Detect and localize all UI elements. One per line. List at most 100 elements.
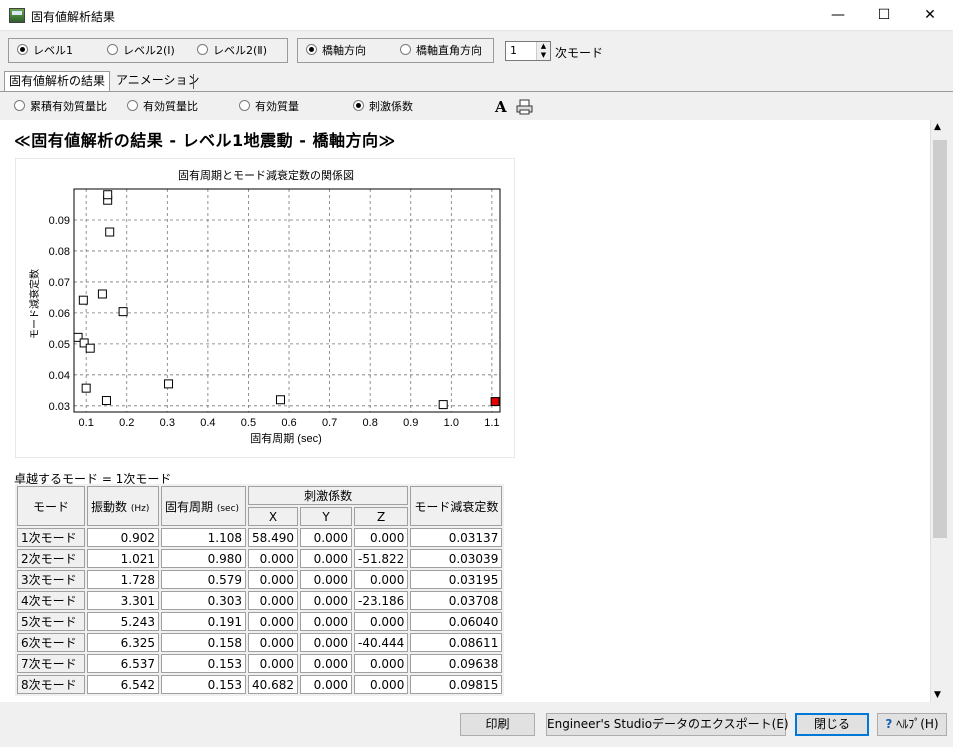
table-cell: 0.000 [300,654,352,673]
radio-level1[interactable]: レベル1 [17,41,73,61]
table-cell: 0.153 [161,675,246,694]
chart-x-axis-label: 固有周期 (sec) [250,431,322,445]
help-icon: ? [885,717,893,731]
table-cell: 0.06040 [410,612,503,631]
table-cell: 0.000 [354,675,409,694]
chart-x-tick-label: 0.4 [200,417,215,429]
header-period-label: 固有周期 [165,499,214,514]
table-cell: 0.153 [161,654,246,673]
chart-point-selected [490,397,500,407]
table-cell: 6.537 [87,654,159,673]
radio-longitudinal[interactable]: 橋軸方向 [306,41,366,61]
help-button-label: ﾍﾙﾌﾟ(H) [896,717,939,731]
table-cell: 0.000 [300,612,352,631]
radio-icon [400,44,411,55]
chart-point [438,400,448,410]
minimize-button[interactable]: — [815,0,861,31]
radio-mass-ratio[interactable]: 有効質量比 [127,97,198,117]
chart-svg: 固有周期とモード減衰定数の関係図 固有周期 (sec) モード減衰定数 0.1 0… [28,168,501,445]
chart-y-tick-label: 0.09 [49,215,70,227]
scroll-up-icon[interactable]: ▲ [934,122,941,132]
tab-divider [193,74,194,89]
export-button[interactable]: Engineer's Studioデータのエクスポート(E) [546,713,789,736]
mode-spinner[interactable]: 1 ▲ ▼ [505,41,551,61]
table-cell: 0.000 [354,570,409,589]
tab-strip-border [0,91,953,92]
row-mode-label: 3次モード [17,570,85,589]
radio-icon [14,100,25,111]
tab-animation[interactable]: アニメーション [112,71,204,91]
table-cell: -51.822 [354,549,409,568]
chart-plot-area: 0.1 0.2 0.3 0.4 0.5 0.6 0.7 0.8 0.9 1.0 1.1 0.03 0.0… [49,188,501,429]
spinner-arrows-icon[interactable]: ▲ ▼ [536,42,550,60]
table-row: 1次モード 0.902 1.108 58.490 0.000 0.000 0.03137 [17,528,503,547]
print-button[interactable]: 印刷 [460,713,535,736]
period-damping-chart: 固有周期とモード減衰定数の関係図 固有周期 (sec) モード減衰定数 0.1 0… [15,158,515,458]
table-cell: 58.490 [248,528,298,547]
table-cell: 0.000 [354,528,409,547]
table-row: 7次モード 6.537 0.153 0.000 0.000 0.000 0.09638 [17,654,503,673]
radio-label: レベル1 [33,44,73,57]
row-mode-label: 2次モード [17,549,85,568]
header-z: Z [354,507,409,526]
table-cell: 0.09638 [410,654,503,673]
table-row: 4次モード 3.301 0.303 0.000 0.000 -23.186 0.03708 [17,591,503,610]
radio-level2-1[interactable]: レベル2(Ⅰ) [107,41,175,61]
chart-x-tick-label: 1.0 [444,417,459,429]
scrollbar-thumb[interactable] [933,140,947,538]
table-cell: 0.000 [300,528,352,547]
chart-x-tick-label: 0.8 [363,417,378,429]
chart-x-tick-label: 0.7 [322,417,337,429]
row-mode-label: 1次モード [17,528,85,547]
print-icon[interactable] [516,99,533,115]
chart-y-tick-label: 0.03 [49,401,70,413]
table-cell: 0.000 [300,570,352,589]
header-participation: 刺激係数 [248,486,409,505]
radio-level2-2[interactable]: レベル2(Ⅱ) [197,41,267,61]
table-cell: 0.03039 [410,549,503,568]
font-icon[interactable]: A [495,98,507,116]
radio-cumulative-mass-ratio[interactable]: 累積有効質量比 [14,97,107,117]
vertical-scrollbar[interactable]: ▲ ▼ [930,120,948,702]
chart-x-tick-label: 0.2 [119,417,134,429]
header-period: 固有周期 (sec) [161,486,246,526]
maximize-button[interactable]: ☐ [861,0,907,31]
radio-label: 刺激係数 [369,100,413,113]
radio-icon [127,100,138,111]
chart-x-tick-label: 1.1 [484,417,499,429]
chart-x-tick-label: 0.5 [241,417,256,429]
table-cell: 0.03708 [410,591,503,610]
chart-point [105,227,115,237]
radio-label: 有効質量 [255,100,299,113]
table-cell: 0.000 [354,654,409,673]
header-y: Y [300,507,352,526]
chart-x-tick-label: 0.6 [281,417,296,429]
radio-transverse[interactable]: 橋軸直角方向 [400,41,482,61]
header-period-unit: (sec) [216,503,240,514]
chart-point [78,295,88,305]
tab-analysis-result[interactable]: 固有値解析の結果 [4,71,111,91]
chart-y-tick-label: 0.05 [49,339,70,351]
table-cell: 0.000 [248,612,298,631]
table-cell: 5.243 [87,612,159,631]
radio-participation-factor[interactable]: 刺激係数 [353,97,413,117]
table-cell: 0.000 [248,570,298,589]
row-mode-label: 8次モード [17,675,85,694]
display-options: 累積有効質量比 有効質量比 有効質量 刺激係数 A [0,97,953,117]
chart-point [85,343,95,353]
table-cell: -40.444 [354,633,409,652]
table-cell: 0.08611 [410,633,503,652]
close-window-button[interactable]: ✕ [907,0,953,31]
table-cell: 0.000 [248,591,298,610]
table-row: 8次モード 6.542 0.153 40.682 0.000 0.000 0.09815 [17,675,503,694]
scroll-down-icon[interactable]: ▼ [934,690,941,700]
chart-x-tick-label: 0.3 [160,417,175,429]
radio-icon [197,44,208,55]
help-button[interactable]: ? ﾍﾙﾌﾟ(H) [877,713,947,736]
table-cell: 0.000 [248,654,298,673]
table-cell: 0.579 [161,570,246,589]
table-cell: 0.902 [87,528,159,547]
close-button[interactable]: 閉じる [795,713,869,736]
radio-effective-mass[interactable]: 有効質量 [239,97,299,117]
header-x: X [248,507,298,526]
